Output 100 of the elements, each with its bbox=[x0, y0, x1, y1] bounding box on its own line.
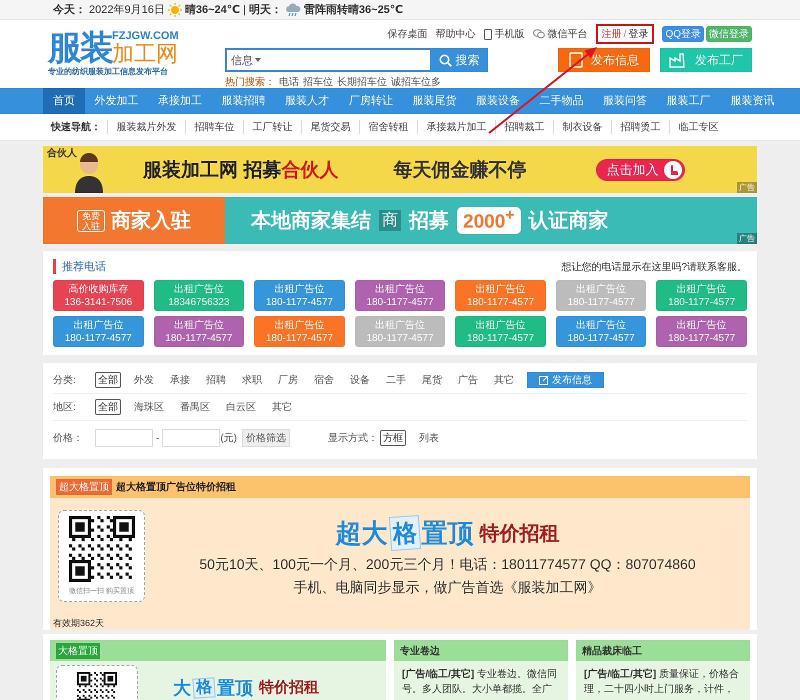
banner-text: 认证商家 bbox=[528, 208, 609, 234]
headline-tile: 格 bbox=[192, 677, 216, 699]
top-link[interactable]: 手机版 bbox=[484, 27, 525, 41]
banner-text: 招募 bbox=[409, 209, 449, 234]
validity-text: 有效期362天 bbox=[52, 617, 106, 630]
top-link[interactable]: 保存桌面 bbox=[388, 27, 428, 41]
top-link[interactable]: 帮助中心 bbox=[436, 27, 476, 41]
category-option[interactable]: 宿舍 bbox=[311, 372, 337, 388]
sun-icon bbox=[168, 2, 182, 16]
top-link[interactable]: 微信平台 bbox=[532, 27, 588, 41]
logo-main-text: 服装 bbox=[48, 30, 112, 66]
document-icon bbox=[569, 52, 583, 68]
phone-icon bbox=[484, 28, 492, 40]
filter-label: 地区: bbox=[53, 400, 77, 414]
logo-slogan: 专业的纺织服装加工信息发布平台 bbox=[48, 66, 169, 77]
featured-ad-card[interactable]: 大格置顶 大 格 置顶 特价招租 bbox=[50, 640, 386, 700]
listing-card[interactable]: 精品裁床临工 [广告/临工/其它] 质量保证，价格合理，二十四小时上门服务，计件， bbox=[576, 640, 750, 700]
phone-card[interactable]: 出租广告位 180-1177-4577 bbox=[354, 280, 446, 311]
phone-card[interactable]: 出租广告位 180-1177-4577 bbox=[154, 316, 244, 347]
banner-tile: 商 bbox=[379, 210, 401, 231]
merchant-banner[interactable]: 免费入驻 商家入驻 本地商家集结 商 招募 2000$^{+}$ 认证商家 广告 bbox=[43, 197, 757, 244]
search-field[interactable]: 信息 bbox=[225, 48, 430, 72]
listing-card[interactable]: 专业卷边 [广告/临工/其它] 专业卷边。微信同号。多人团队。大小单都揽。全广 bbox=[394, 640, 568, 700]
quick-nav-link[interactable]: 服装裁片外发 bbox=[107, 120, 185, 134]
listing-text: [广告/临工/其它] 质量保证，价格合理，二十四小时上门服务，计件， bbox=[583, 667, 740, 697]
join-button[interactable]: 点击加入 bbox=[596, 158, 686, 180]
featured-badge: 大格置顶 bbox=[56, 642, 100, 658]
hot-search-link[interactable]: 电话 bbox=[279, 75, 299, 89]
headline-text: 超大 bbox=[336, 516, 388, 550]
category-option[interactable]: 全部 bbox=[95, 372, 121, 388]
quick-nav-link[interactable]: 工厂转让 bbox=[243, 120, 301, 134]
register-link[interactable]: 注册 bbox=[602, 27, 622, 41]
headline-suffix: 特价招租 bbox=[480, 522, 560, 546]
hot-search-link[interactable]: 招车位 bbox=[303, 75, 333, 89]
quick-nav-link[interactable]: 招聘车位 bbox=[185, 120, 243, 134]
caret-icon bbox=[255, 58, 261, 62]
separator: | bbox=[243, 4, 246, 16]
quick-nav-link[interactable]: 承接裁片加工 bbox=[417, 120, 495, 134]
featured-title: 超大格置顶广告位特价招租 bbox=[116, 480, 236, 494]
count-badge: 2000$^{+}$ bbox=[457, 207, 521, 234]
banner-slogan: 每天佣金赚不停 bbox=[393, 158, 526, 182]
category-option[interactable]: 二手 bbox=[383, 372, 409, 388]
filter-label: 分类: bbox=[53, 374, 77, 387]
listing-text: [广告/临工/其它] 专业卷边。微信同号。多人团队。大小单都揽。全广 bbox=[401, 667, 558, 697]
banner-title: 商家入驻 bbox=[111, 208, 191, 234]
filter-label: 价格： bbox=[53, 432, 84, 445]
headline-suffix: 特价招租 bbox=[259, 679, 319, 697]
separator: / bbox=[624, 28, 626, 40]
quick-nav-label: 快速导航： bbox=[51, 120, 101, 134]
logo-domain: FZJGW.COM bbox=[112, 30, 179, 42]
banner-title: 服装加工网 招募合伙人 bbox=[143, 158, 338, 182]
logo-sub-text: 加工网 bbox=[112, 42, 179, 66]
display-mode-label: 显示方式： bbox=[328, 432, 378, 445]
hot-search-label: 热门搜索： bbox=[225, 76, 275, 89]
banner-text: 本地商家集结 bbox=[251, 208, 371, 234]
region-option[interactable]: 全部 bbox=[95, 399, 121, 415]
max-price-field[interactable] bbox=[162, 429, 220, 447]
ad-label: 广告 bbox=[737, 233, 757, 244]
category-option[interactable]: 外发 bbox=[131, 372, 157, 388]
price-filter-button[interactable]: 价格筛选 bbox=[242, 429, 290, 447]
category-option[interactable]: 设备 bbox=[347, 372, 373, 388]
unit-label: (元) bbox=[220, 432, 238, 445]
phone-card[interactable]: 出租广告位 180-1177-4577 bbox=[656, 316, 747, 347]
quick-nav-link[interactable]: 尾货交易 bbox=[301, 120, 359, 134]
phone-card[interactable]: 高价收购库存 136-3141-7506 bbox=[53, 280, 144, 311]
quick-nav-link[interactable]: 招聘裁工 bbox=[495, 120, 553, 134]
today-date: 2022年9月16日 bbox=[89, 3, 165, 17]
hot-search-link[interactable]: 长期招车位 bbox=[337, 75, 387, 89]
section-title: 推荐电话 bbox=[53, 259, 106, 274]
category-option[interactable]: 承接 bbox=[167, 372, 193, 388]
category-option[interactable]: 其它 bbox=[491, 372, 517, 388]
region-option[interactable]: 番禺区 bbox=[177, 399, 213, 415]
featured-text-line: 手机、电脑同步显示，做广告首选《服装加工网》 bbox=[294, 578, 602, 596]
quick-nav-link[interactable]: 制衣设备 bbox=[553, 120, 611, 134]
region-option[interactable]: 白云区 bbox=[223, 399, 259, 415]
free-badge: 免费入驻 bbox=[77, 210, 105, 232]
today-label: 今天： bbox=[53, 3, 86, 17]
quick-nav-link[interactable]: 招聘烫工 bbox=[611, 120, 669, 134]
nav-tab[interactable]: 首页 bbox=[43, 88, 85, 114]
quick-nav-link[interactable]: 宿舍转租 bbox=[359, 120, 417, 134]
recruit-banner[interactable]: 合伙人 服装加工网 招募合伙人 每天佣金赚不停 点击加入 广告 bbox=[43, 146, 757, 193]
display-mode-option[interactable]: 列表 bbox=[416, 430, 442, 446]
display-mode-option[interactable]: 方框 bbox=[380, 430, 406, 446]
featured-badge: 超大格置顶 bbox=[56, 479, 112, 495]
quick-nav-link[interactable]: 临工专区 bbox=[669, 120, 727, 134]
region-option[interactable]: 海珠区 bbox=[131, 399, 167, 415]
category-option[interactable]: 求职 bbox=[239, 372, 265, 388]
edit-icon bbox=[539, 375, 549, 385]
listing-title: 精品裁床临工 bbox=[582, 644, 642, 658]
category-option[interactable]: 厂房 bbox=[275, 372, 301, 388]
hot-search-link[interactable]: 诚招车位多 bbox=[391, 75, 441, 89]
headline-text: 置顶 bbox=[217, 678, 253, 698]
region-option[interactable]: 其它 bbox=[269, 399, 295, 415]
category-option[interactable]: 招聘 bbox=[203, 372, 229, 388]
qr-code-icon bbox=[68, 516, 134, 582]
rain-cloud-icon bbox=[284, 2, 301, 16]
category-option[interactable]: 尾货 bbox=[419, 372, 445, 388]
min-price-field[interactable] bbox=[95, 429, 153, 447]
login-link[interactable]: 登录 bbox=[628, 27, 648, 41]
category-option[interactable]: 广告 bbox=[455, 372, 481, 388]
